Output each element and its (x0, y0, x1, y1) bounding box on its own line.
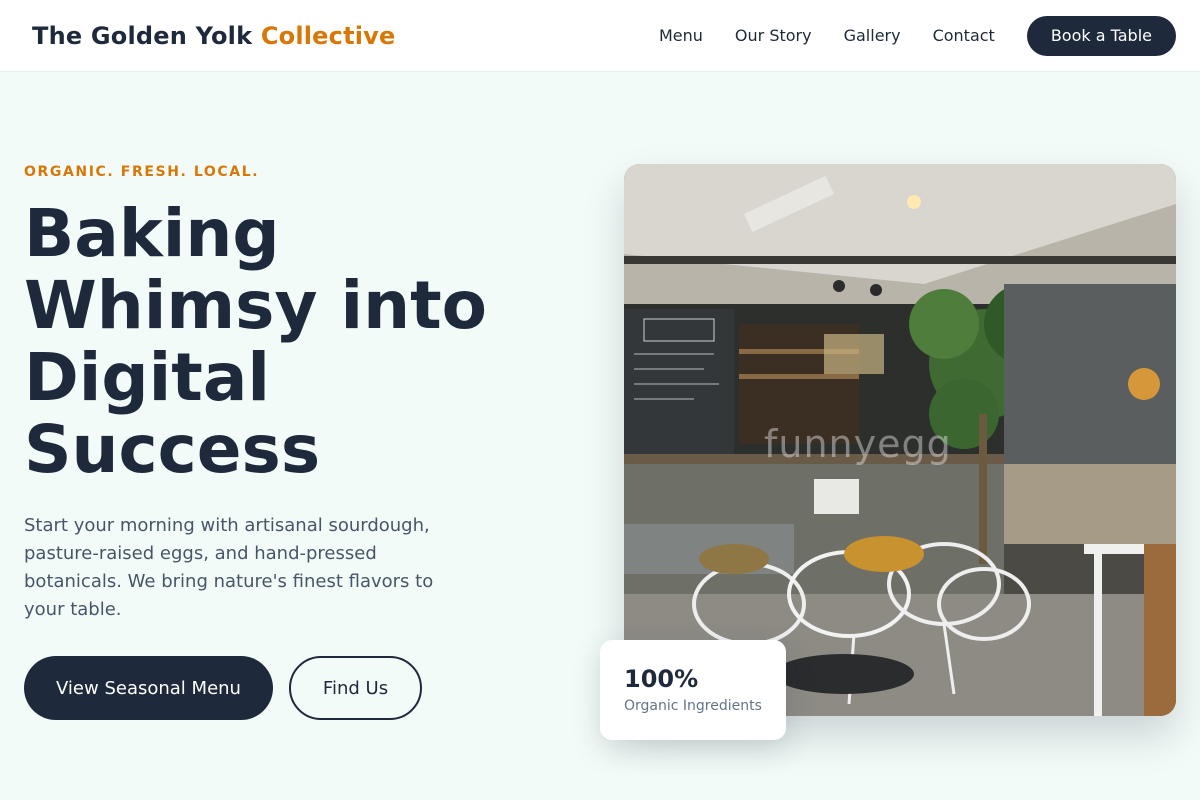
nav-menu[interactable]: Menu (659, 26, 703, 45)
book-table-button[interactable]: Book a Table (1026, 15, 1176, 56)
stat-value: 100% (624, 665, 699, 693)
brand-accent: Collective (260, 21, 396, 50)
brand-name: The Golden Yolk (32, 21, 253, 50)
stat-label: Organic Ingredients (624, 698, 762, 714)
headline-line: Success (24, 411, 321, 488)
hero-eyebrow: ORGANIC. FRESH. LOCAL. (24, 164, 260, 180)
find-us-button[interactable]: Find Us (289, 656, 422, 720)
headline-line: Digital (24, 339, 270, 416)
photo-watermark: funnyegg (764, 422, 952, 466)
view-seasonal-menu-button[interactable]: View Seasonal Menu (24, 656, 273, 720)
brand-logo[interactable]: The Golden Yolk Collective (32, 22, 396, 50)
main-nav: Menu Our Story Gallery Contact Book a Ta… (659, 15, 1176, 56)
stat-card: 100% Organic Ingredients (600, 640, 786, 740)
headline-line: Whimsy into (24, 267, 487, 344)
nav-gallery[interactable]: Gallery (844, 26, 901, 45)
site-header: The Golden Yolk Collective Menu Our Stor… (0, 0, 1200, 72)
hero-description: Start your morning with artisanal sourdo… (24, 515, 434, 620)
cafe-interior-photo: funnyegg (624, 164, 1176, 716)
nav-contact[interactable]: Contact (933, 26, 995, 45)
headline-line: Baking (24, 195, 280, 272)
hero-headline: Baking Whimsy into Digital Success (24, 198, 584, 486)
nav-our-story[interactable]: Our Story (735, 26, 812, 45)
